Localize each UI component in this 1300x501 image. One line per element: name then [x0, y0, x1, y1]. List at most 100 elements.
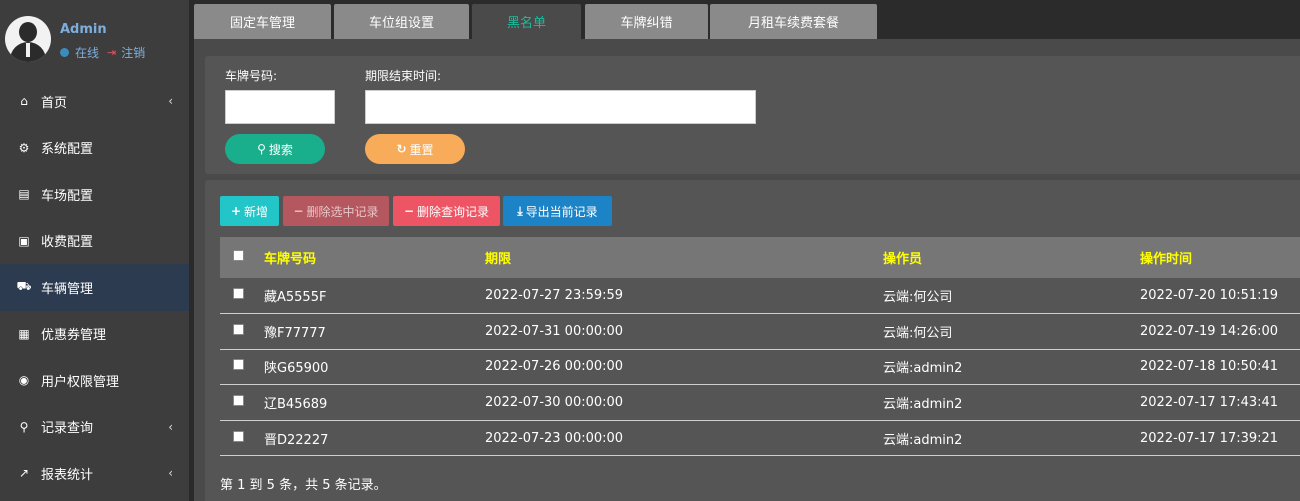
header-expiry[interactable]: 期限 — [485, 237, 883, 278]
home-icon: ⌂ — [20, 94, 28, 109]
header-operator[interactable]: 操作员 — [883, 237, 1140, 278]
calendar-icon: ▦ — [18, 326, 30, 341]
cell-plate: 豫F77777 — [264, 325, 326, 341]
cell-operator: 云端:admin2 — [883, 432, 963, 448]
tab-bar: 固定车管理 车位组设置 黑名单 车牌纠错 月租车续费套餐 — [194, 0, 1300, 39]
table-header-row: 车牌号码 期限 操作员 操作时间 — [220, 237, 1300, 278]
delete-query-label: 删除查询记录 — [417, 204, 490, 219]
row-select-cell — [220, 314, 264, 350]
sidebar-item-6[interactable]: ◉ 用户权限管理 — [0, 357, 189, 404]
select-all-checkbox[interactable] — [233, 250, 244, 261]
sidebar-item-label: 收费配置 — [41, 235, 94, 251]
table-row[interactable]: 辽B45689 2022-07-30 00:00:00 云端:admin2 2022-… — [220, 385, 1300, 421]
line-chart-icon: ↗ — [18, 466, 30, 481]
cell-expiry: 2022-07-26 00:00:00 — [485, 359, 624, 375]
tab-blacklist[interactable]: 黑名单 — [472, 4, 581, 39]
cell-operator: 云端:admin2 — [883, 397, 963, 413]
table-row[interactable]: 藏A5555F 2022-07-27 23:59:59 云端:何公司 2022-07-… — [220, 278, 1300, 314]
cell-plate: 晋D22227 — [264, 432, 329, 448]
sidebar-item-5[interactable]: ▦ 优惠券管理 — [0, 311, 189, 358]
search-panel: 车牌号码: 期限结束时间: ⚲ 搜索 ↻ 重置 — [205, 56, 1300, 174]
sidebar-item-0[interactable]: ⌂ 首页 ‹ — [0, 78, 189, 125]
sidebar-divider — [189, 0, 194, 501]
cell-time: 2022-07-17 17:39:21 — [1140, 430, 1279, 446]
sidebar-item-label: 记录查询 — [41, 421, 94, 437]
minus-icon: − — [403, 204, 415, 218]
add-button-label: 新增 — [244, 204, 269, 219]
chevron-left-icon: ‹ — [168, 94, 173, 109]
table-row[interactable]: 陕G65900 2022-07-26 00:00:00 云端:admin2 2022-… — [220, 349, 1300, 385]
cell-expiry: 2022-07-23 00:00:00 — [485, 430, 624, 446]
sidebar-item-label: 用户权限管理 — [41, 374, 120, 390]
expiry-label: 期限结束时间: — [365, 69, 442, 83]
logout-link[interactable]: 注销 — [121, 44, 145, 61]
search-icon: ⚲ — [19, 419, 29, 434]
row-checkbox[interactable] — [233, 323, 244, 335]
download-icon: ⤓ — [517, 203, 523, 218]
money-icon: ▣ — [18, 233, 30, 248]
cell-operator: 云端:admin2 — [883, 361, 963, 377]
status-text: 在线 — [75, 46, 100, 60]
sidebar-item-label: 车场配置 — [41, 188, 94, 204]
refresh-icon: ↻ — [396, 142, 407, 156]
sign-out-icon[interactable]: ⇥ — [107, 46, 116, 59]
header-plate[interactable]: 车牌号码 — [264, 237, 485, 278]
delete-query-button[interactable]: − 删除查询记录 — [393, 196, 500, 226]
header-select-all[interactable] — [220, 237, 264, 278]
delete-selected-button[interactable]: − 删除选中记录 — [283, 196, 389, 226]
user-circle-icon: ◉ — [18, 373, 30, 388]
sidebar-item-4[interactable]: ⛟ 车辆管理 — [0, 264, 189, 311]
row-checkbox[interactable] — [233, 288, 244, 300]
cell-plate: 陕G65900 — [264, 361, 329, 377]
export-label: 导出当前记录 — [525, 204, 598, 219]
sidebar-item-label: 车辆管理 — [41, 281, 94, 297]
sidebar-item-7[interactable]: ⚲ 记录查询 ‹ — [0, 404, 189, 451]
row-select-cell — [220, 278, 264, 314]
row-select-cell — [220, 420, 264, 456]
delete-selected-label: 删除选中记录 — [306, 204, 379, 219]
cell-time: 2022-07-18 10:50:41 — [1140, 359, 1279, 375]
plate-label: 车牌号码: — [225, 69, 278, 83]
add-button[interactable]: + 新增 — [220, 196, 279, 226]
sidebar-menu: ⌂ 首页 ‹ ⚙ 系统配置 ▤ 车场配置 ▣ 收费配置 ⛟ 车辆管理 ▦ 优惠券管理 ◉ 用户权限管理 ⚲ 记录… — [0, 78, 189, 497]
pagination-summary: 第 1 到 5 条，共 5 条记录。 — [220, 478, 387, 493]
car-icon: ⛟ — [16, 279, 32, 294]
plus-icon: + — [230, 204, 242, 218]
expiry-input[interactable] — [365, 90, 756, 124]
header-time[interactable]: 操作时间 — [1140, 237, 1300, 278]
cell-operator: 云端:何公司 — [883, 290, 953, 306]
reset-button[interactable]: ↻ 重置 — [365, 134, 465, 164]
cell-plate: 辽B45689 — [264, 397, 328, 413]
row-checkbox[interactable] — [233, 395, 244, 407]
table-row[interactable]: 晋D22227 2022-07-23 00:00:00 云端:admin2 2022-… — [220, 420, 1300, 456]
sidebar-item-8[interactable]: ↗ 报表统计 ‹ — [0, 450, 189, 497]
export-button[interactable]: ⤓ 导出当前记录 — [503, 196, 612, 226]
cell-time: 2022-07-20 10:51:19 — [1140, 288, 1279, 304]
row-select-cell — [220, 385, 264, 421]
online-dot-icon — [60, 48, 69, 57]
search-button[interactable]: ⚲ 搜索 — [225, 134, 325, 164]
tab-monthly-package[interactable]: 月租车续费套餐 — [710, 4, 877, 39]
table-row[interactable]: 豫F77777 2022-07-31 00:00:00 云端:何公司 2022-07-… — [220, 314, 1300, 350]
sidebar-item-1[interactable]: ⚙ 系统配置 — [0, 125, 189, 172]
cell-expiry: 2022-07-27 23:59:59 — [485, 288, 624, 304]
sidebar-item-label: 优惠券管理 — [41, 328, 107, 344]
search-button-label: 搜索 — [268, 142, 293, 157]
tab-fixed-vehicle[interactable]: 固定车管理 — [194, 4, 331, 39]
plate-input[interactable] — [225, 90, 335, 124]
sidebar-item-2[interactable]: ▤ 车场配置 — [0, 171, 189, 218]
tab-plate-correction[interactable]: 车牌纠错 — [585, 4, 708, 39]
blacklist-table: 车牌号码 期限 操作员 操作时间 藏A5555F 2022-07-27 23:59… — [220, 237, 1300, 456]
tab-space-group[interactable]: 车位组设置 — [334, 4, 469, 39]
sidebar-item-label: 报表统计 — [41, 467, 94, 483]
sidebar: Admin 在线 ⇥ 注销 ⌂ 首页 ‹ ⚙ 系统配置 ▤ 车场配置 ▣ 收费配置 ⛟ 车辆管理 ▦ 优… — [0, 0, 189, 501]
row-select-cell — [220, 349, 264, 385]
row-checkbox[interactable] — [233, 430, 244, 442]
search-icon: ⚲ — [257, 142, 266, 156]
cell-expiry: 2022-07-31 00:00:00 — [485, 323, 624, 339]
user-status: 在线 ⇥ 注销 — [60, 44, 145, 61]
row-checkbox[interactable] — [233, 359, 244, 371]
user-name: Admin — [60, 22, 107, 37]
table-panel: + 新增 − 删除选中记录 − 删除查询记录 ⤓ 导出当前记录 车牌号码 期限 … — [205, 180, 1300, 501]
sidebar-item-3[interactable]: ▣ 收费配置 — [0, 218, 189, 265]
